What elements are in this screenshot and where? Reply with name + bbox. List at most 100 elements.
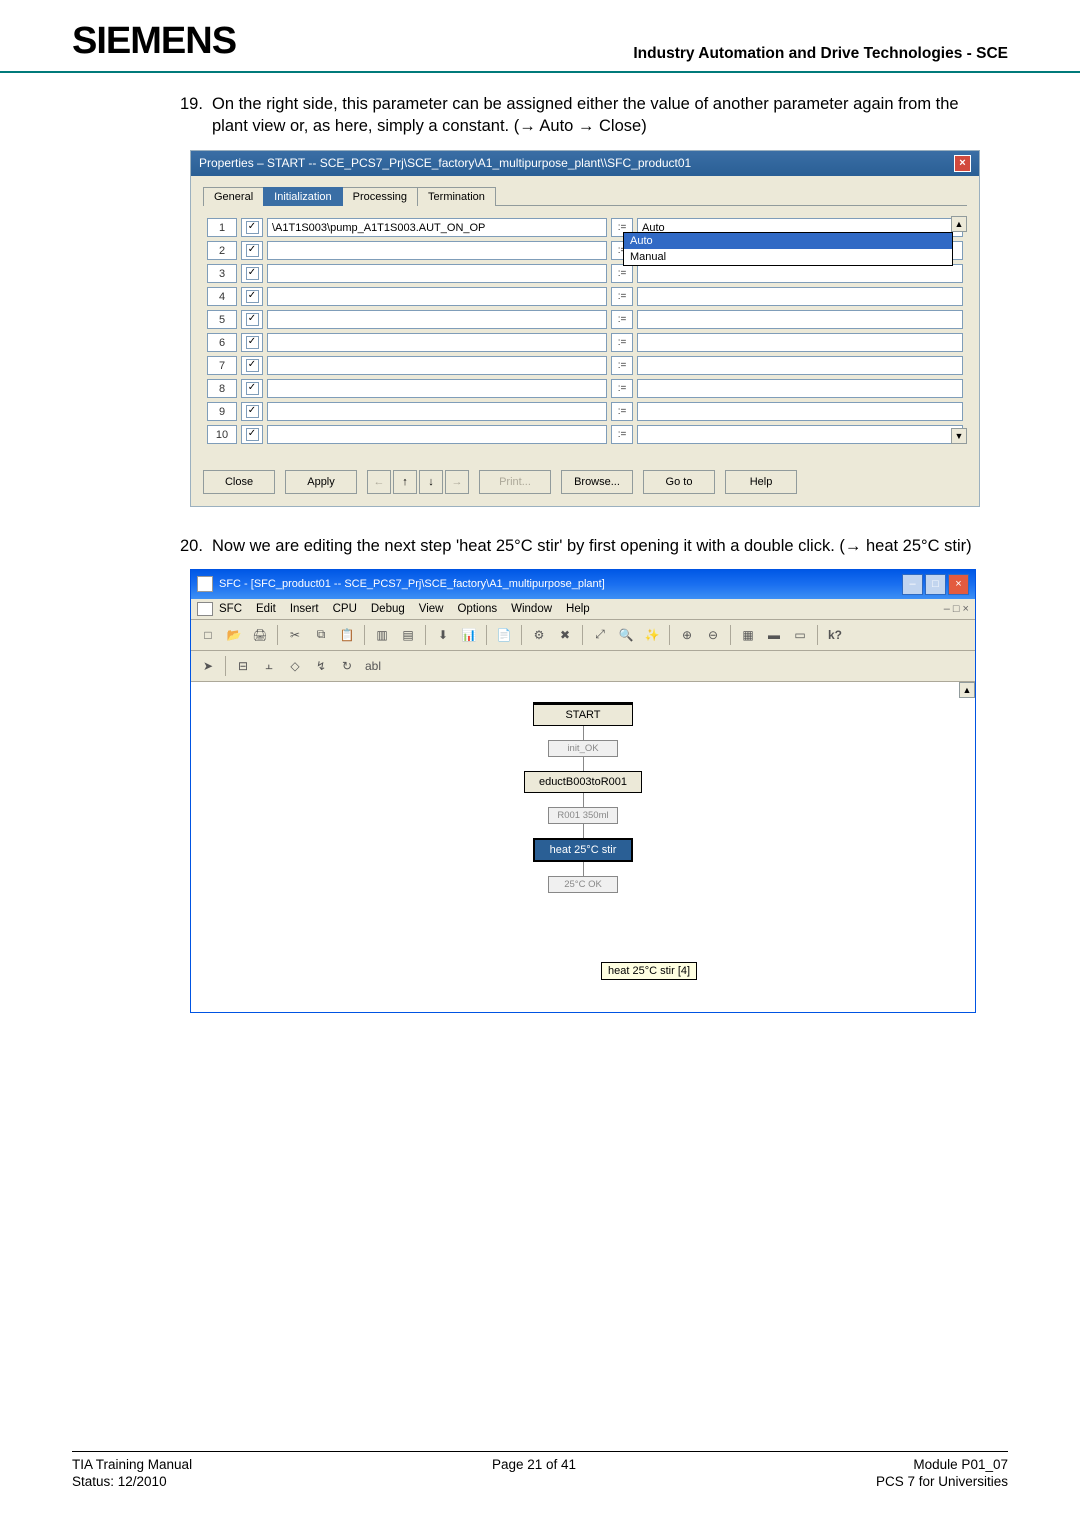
- menu-help[interactable]: Help: [566, 603, 590, 615]
- sfc-canvas[interactable]: ▲ START init_OK eductB003toR001 R001 350…: [191, 682, 975, 1012]
- row-enable-checkbox[interactable]: [241, 333, 263, 352]
- row-value-field[interactable]: [637, 402, 963, 421]
- pointer-icon[interactable]: ➤: [197, 655, 219, 677]
- page-icon[interactable]: 📄: [493, 624, 515, 646]
- browse-button[interactable]: Browse...: [561, 470, 633, 494]
- close-button[interactable]: Close: [203, 470, 275, 494]
- row-enable-checkbox[interactable]: [241, 218, 263, 237]
- row-enable-checkbox[interactable]: [241, 356, 263, 375]
- zoom2-icon[interactable]: ✨: [641, 624, 663, 646]
- row-parameter-name[interactable]: [267, 241, 607, 260]
- help-button[interactable]: Help: [725, 470, 797, 494]
- mdi-doc-icon[interactable]: [197, 602, 213, 616]
- row-value-field[interactable]: [637, 287, 963, 306]
- tab-termination[interactable]: Termination: [417, 187, 496, 206]
- layout2-icon[interactable]: ▬: [763, 624, 785, 646]
- row-parameter-name[interactable]: [267, 425, 607, 444]
- sfc-transition-init-ok[interactable]: init_OK: [548, 740, 618, 757]
- menu-debug[interactable]: Debug: [371, 603, 405, 615]
- arrow-left-button[interactable]: ←: [367, 470, 391, 494]
- arrow-up-button[interactable]: ↑: [393, 470, 417, 494]
- maximize-icon[interactable]: □: [925, 574, 946, 595]
- dropdown-option-manual[interactable]: Manual: [624, 249, 952, 265]
- goto-button[interactable]: Go to: [643, 470, 715, 494]
- row-enable-checkbox[interactable]: [241, 310, 263, 329]
- value-dropdown-list[interactable]: Auto Manual: [623, 232, 953, 266]
- row-enable-checkbox[interactable]: [241, 379, 263, 398]
- new-icon[interactable]: □: [197, 624, 219, 646]
- tab-general[interactable]: General: [203, 187, 264, 206]
- row-parameter-name[interactable]: [267, 356, 607, 375]
- minimize-icon[interactable]: –: [902, 574, 923, 595]
- tab-processing[interactable]: Processing: [342, 187, 418, 206]
- row-value-field[interactable]: [637, 425, 963, 444]
- scroll-up-icon[interactable]: ▲: [959, 682, 975, 698]
- sfc-step-heat-25c-stir[interactable]: heat 25°C stir: [533, 838, 633, 862]
- zoom-in-icon[interactable]: ⊕: [676, 624, 698, 646]
- menu-options[interactable]: Options: [457, 603, 497, 615]
- zoom-fit-icon[interactable]: ⤢: [589, 624, 611, 646]
- dropdown-option-auto[interactable]: Auto: [624, 233, 952, 249]
- chart-icon[interactable]: 📊: [458, 624, 480, 646]
- cut-icon[interactable]: ✂: [284, 624, 306, 646]
- menu-sfc[interactable]: SFC: [219, 603, 242, 615]
- copy-icon[interactable]: ⧉: [310, 624, 332, 646]
- zoom-icon[interactable]: 🔍: [615, 624, 637, 646]
- menu-insert[interactable]: Insert: [290, 603, 319, 615]
- row-enable-checkbox[interactable]: [241, 425, 263, 444]
- insert-step-icon[interactable]: ⊟: [232, 655, 254, 677]
- view1-icon[interactable]: ▥: [371, 624, 393, 646]
- row-parameter-name[interactable]: [267, 379, 607, 398]
- tab-initialization[interactable]: Initialization: [263, 187, 342, 206]
- row-enable-checkbox[interactable]: [241, 402, 263, 421]
- row-enable-checkbox[interactable]: [241, 264, 263, 283]
- row-value-field[interactable]: [637, 356, 963, 375]
- row-enable-checkbox[interactable]: [241, 241, 263, 260]
- row-value-field[interactable]: [637, 264, 963, 283]
- sfc-transition-25c-ok[interactable]: 25°C OK: [548, 876, 618, 893]
- zoom-out-icon[interactable]: ⊖: [702, 624, 724, 646]
- download-icon[interactable]: ⬇: [432, 624, 454, 646]
- arrow-down-button[interactable]: ↓: [419, 470, 443, 494]
- menu-cpu[interactable]: CPU: [333, 603, 357, 615]
- whatsthis-icon[interactable]: k?: [824, 624, 846, 646]
- close-icon[interactable]: ×: [954, 155, 971, 172]
- row-parameter-name[interactable]: \A1T1S003\pump_A1T1S003.AUT_ON_OP: [267, 218, 607, 237]
- sfc-connector: [583, 757, 584, 771]
- row-parameter-name[interactable]: [267, 402, 607, 421]
- menu-edit[interactable]: Edit: [256, 603, 276, 615]
- layout3-icon[interactable]: ▭: [789, 624, 811, 646]
- row-parameter-name[interactable]: [267, 333, 607, 352]
- insert-alt-icon[interactable]: ◇: [284, 655, 306, 677]
- scroll-up-icon[interactable]: ▲: [951, 216, 967, 232]
- open-icon[interactable]: 📂: [223, 624, 245, 646]
- menu-view[interactable]: View: [419, 603, 444, 615]
- tool2-icon[interactable]: ✖: [554, 624, 576, 646]
- menu-window[interactable]: Window: [511, 603, 552, 615]
- layout1-icon[interactable]: ▦: [737, 624, 759, 646]
- tool1-icon[interactable]: ⚙: [528, 624, 550, 646]
- sfc-transition-r001-350ml[interactable]: R001 350ml: [548, 807, 618, 824]
- sfc-step-start[interactable]: START: [533, 702, 633, 726]
- insert-parallel-icon[interactable]: ⫠: [258, 655, 280, 677]
- row-value-field[interactable]: [637, 333, 963, 352]
- print-button[interactable]: Print...: [479, 470, 551, 494]
- row-parameter-name[interactable]: [267, 287, 607, 306]
- insert-loop-icon[interactable]: ↻: [336, 655, 358, 677]
- row-enable-checkbox[interactable]: [241, 287, 263, 306]
- mdi-window-controls[interactable]: – □ ×: [944, 603, 969, 615]
- arrow-right-button[interactable]: →: [445, 470, 469, 494]
- insert-text-icon[interactable]: abl: [362, 655, 384, 677]
- paste-icon[interactable]: 📋: [336, 624, 358, 646]
- sfc-step-eductb003tor001[interactable]: eductB003toR001: [524, 771, 642, 793]
- scroll-down-icon[interactable]: ▼: [951, 428, 967, 444]
- view2-icon[interactable]: ▤: [397, 624, 419, 646]
- row-parameter-name[interactable]: [267, 264, 607, 283]
- insert-jump-icon[interactable]: ↯: [310, 655, 332, 677]
- row-parameter-name[interactable]: [267, 310, 607, 329]
- apply-button[interactable]: Apply: [285, 470, 357, 494]
- row-value-field[interactable]: [637, 310, 963, 329]
- row-value-field[interactable]: [637, 379, 963, 398]
- close-icon[interactable]: ×: [948, 574, 969, 595]
- print-icon[interactable]: 🖨: [249, 624, 271, 646]
